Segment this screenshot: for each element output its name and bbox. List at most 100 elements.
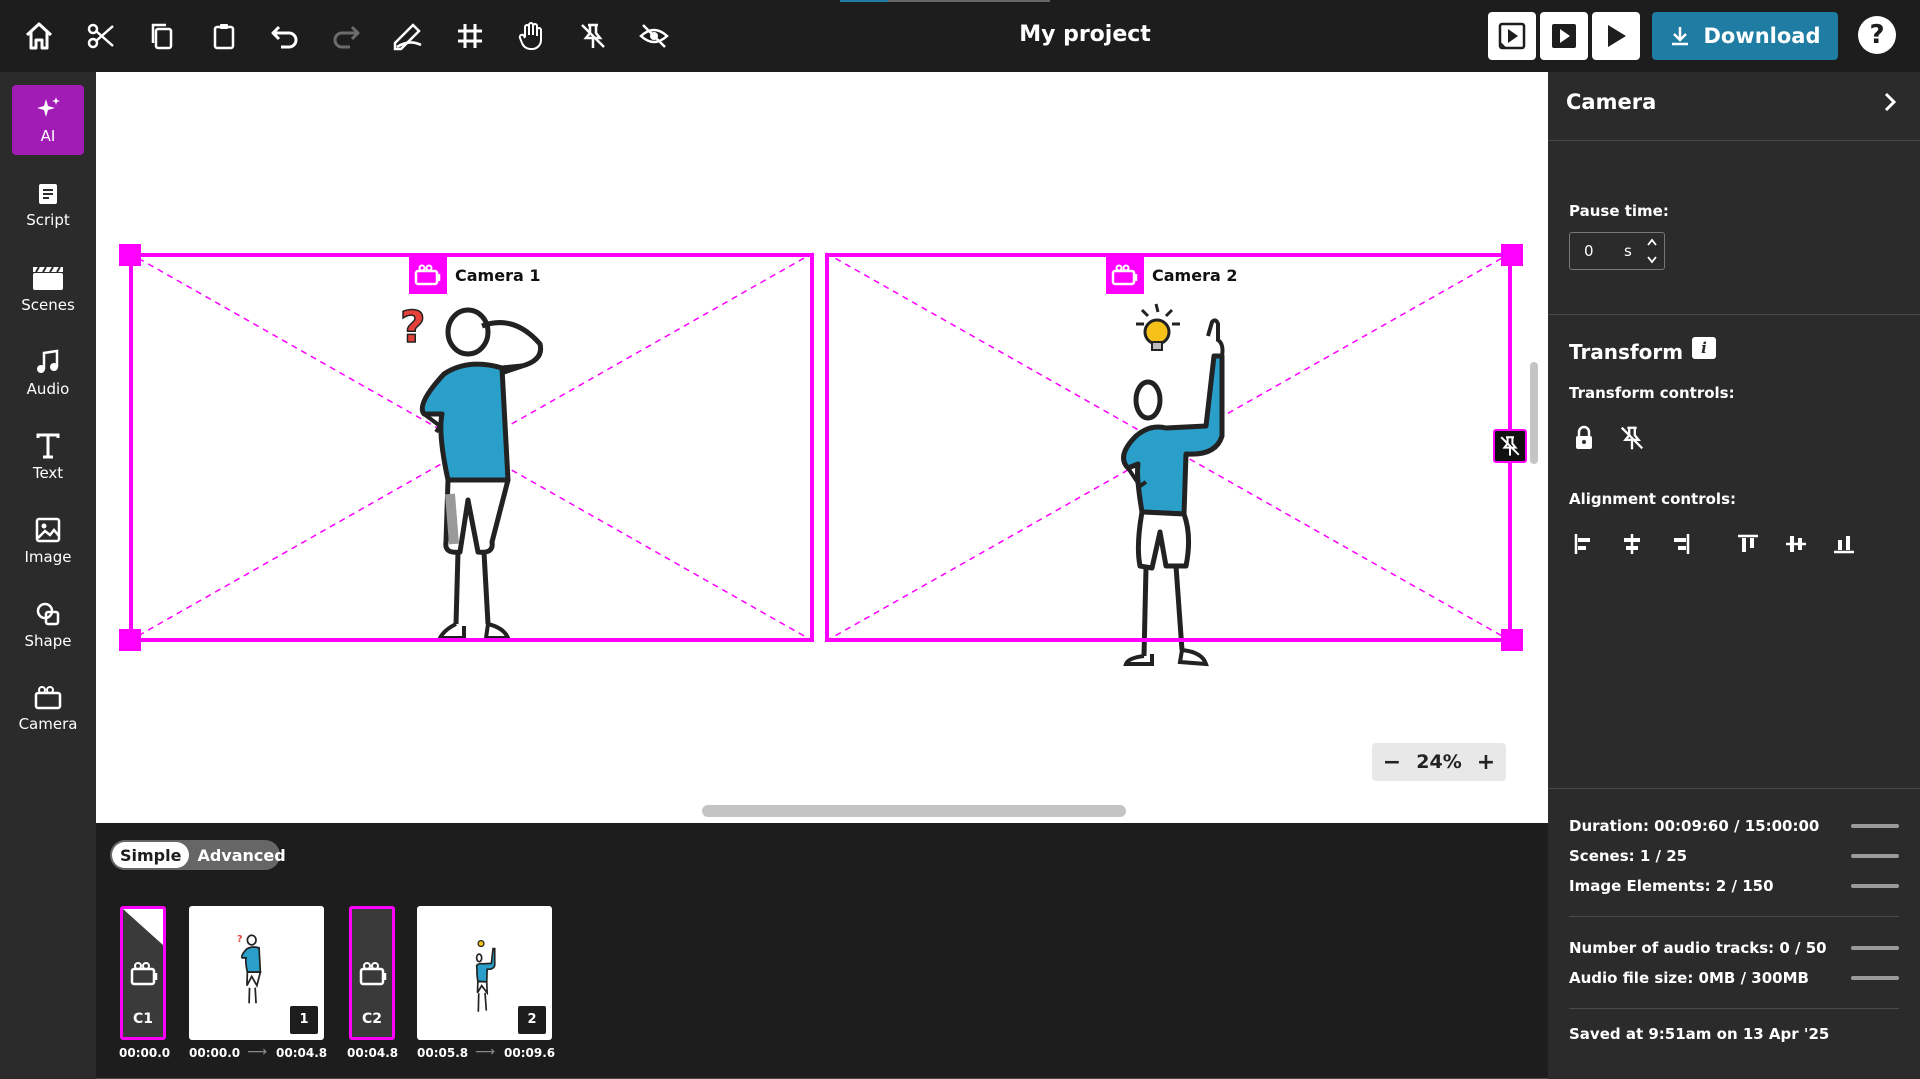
camera-frame-1[interactable] — [129, 253, 814, 642]
align-right-icon — [1674, 534, 1690, 554]
unpin-button[interactable] — [1616, 422, 1648, 454]
sidebar-item-scenes[interactable]: Scenes — [12, 254, 84, 324]
chevron-right-icon — [1884, 92, 1897, 112]
divider — [1569, 1008, 1899, 1009]
left-sidebar: AI Script Scenes Audio Text Image Shape … — [0, 72, 96, 1079]
resize-handle-bottom-left[interactable] — [119, 629, 141, 651]
align-center-v-button[interactable] — [1780, 528, 1812, 560]
draw-icon[interactable] — [388, 16, 428, 56]
unpin-icon[interactable] — [573, 16, 613, 56]
lock-button[interactable] — [1568, 422, 1600, 454]
camera-clip-1[interactable]: C1 — [120, 906, 166, 1040]
divider — [1548, 140, 1920, 141]
paste-icon[interactable] — [204, 16, 244, 56]
camera-label-text: Camera 1 — [455, 265, 541, 285]
scene-number-badge: 2 — [518, 1006, 546, 1034]
vertical-scrollbar[interactable] — [1530, 362, 1538, 464]
time-arrow-icon: ⟶ — [247, 1044, 268, 1060]
sidebar-item-script[interactable]: Script — [12, 170, 84, 240]
sidebar-item-label: Shape — [24, 632, 72, 650]
scene-clip-1[interactable]: ? 1 — [189, 906, 324, 1040]
sidebar-item-audio[interactable]: Audio — [12, 338, 84, 408]
sidebar-item-label: AI — [40, 127, 56, 145]
align-top-button[interactable] — [1732, 528, 1764, 560]
sidebar-item-label: Image — [24, 548, 72, 566]
camera-frame-2[interactable] — [825, 253, 1512, 642]
zoom-level: 24% — [1416, 751, 1462, 773]
resize-handle-top-right[interactable] — [1501, 244, 1523, 266]
unpin-camera-button[interactable] — [1493, 429, 1527, 463]
align-center-vertical-icon — [1786, 536, 1806, 552]
divider — [1548, 788, 1920, 789]
zoom-in-button[interactable]: + — [1476, 750, 1496, 775]
play-frame-icon — [1552, 24, 1576, 48]
svg-text:?: ? — [237, 934, 243, 945]
audio-tracks-stat: Number of audio tracks: 0 / 50 — [1569, 939, 1827, 957]
mode-simple-option[interactable]: Simple — [112, 842, 190, 868]
timeline-mode-toggle[interactable]: Simple Advanced — [110, 840, 286, 870]
sidebar-item-shape[interactable]: Shape — [12, 590, 84, 660]
horizontal-scrollbar[interactable] — [702, 805, 1126, 817]
collapse-panel-button[interactable] — [1874, 86, 1906, 118]
resize-handle-bottom-right[interactable] — [1501, 629, 1523, 651]
play-scene-button[interactable] — [1540, 12, 1588, 60]
info-icon[interactable]: i — [1692, 337, 1716, 359]
camera-clip-2[interactable]: C2 — [349, 906, 395, 1040]
project-title[interactable]: My project — [980, 22, 1190, 47]
clip-end-time: 00:04.8 — [276, 1046, 328, 1060]
pause-time-stepper[interactable] — [1646, 235, 1658, 267]
play-icon — [1608, 25, 1626, 47]
scenes-stat: Scenes: 1 / 25 — [1569, 847, 1688, 865]
camera-2-label[interactable]: Camera 2 — [1106, 256, 1237, 294]
clip-corner-icon — [123, 909, 163, 945]
align-right-button[interactable] — [1664, 528, 1696, 560]
align-top-icon — [1738, 534, 1758, 552]
download-label: Download — [1703, 24, 1821, 48]
align-left-button[interactable] — [1568, 528, 1600, 560]
sidebar-item-camera[interactable]: Camera — [12, 674, 84, 744]
align-center-h-button[interactable] — [1616, 528, 1648, 560]
sidebar-item-ai[interactable]: AI — [12, 85, 84, 155]
download-button[interactable]: Download — [1652, 12, 1838, 60]
play-all-button[interactable] — [1592, 12, 1640, 60]
clip-start-time: 00:00.0 — [189, 1046, 241, 1060]
sidebar-item-text[interactable]: Text — [12, 422, 84, 492]
audio-size-stat: Audio file size: 0MB / 300MB — [1569, 969, 1809, 987]
undo-icon[interactable] — [265, 16, 305, 56]
zoom-out-button[interactable]: − — [1382, 750, 1402, 775]
camera-clip-id: C1 — [132, 1011, 153, 1027]
duration-meter — [1851, 824, 1899, 828]
idea-figure-thumbnail — [475, 940, 496, 1012]
resize-handle-top-left[interactable] — [119, 244, 141, 266]
preview-scene-button[interactable] — [1488, 12, 1536, 60]
transform-controls-label: Transform controls: — [1569, 384, 1735, 402]
scene-clip-2[interactable]: 2 — [417, 906, 552, 1040]
alignment-controls-label: Alignment controls: — [1569, 490, 1736, 508]
pause-time-unit: s — [1624, 242, 1632, 260]
pause-time-input[interactable]: 0 s — [1569, 232, 1665, 270]
camera-1-label[interactable]: Camera 1 — [409, 256, 540, 294]
align-bottom-button[interactable] — [1828, 528, 1860, 560]
sidebar-item-label: Camera — [18, 715, 78, 733]
home-icon[interactable] — [19, 16, 59, 56]
sidebar-item-image[interactable]: Image — [12, 506, 84, 576]
sidebar-item-label: Audio — [26, 380, 70, 398]
sparkle-icon — [37, 97, 60, 117]
help-button[interactable]: ? — [1858, 16, 1896, 54]
sidebar-item-label: Scenes — [21, 296, 75, 314]
hand-icon[interactable] — [511, 16, 551, 56]
camera-icon — [1106, 256, 1144, 294]
preview-scene-icon — [1498, 22, 1526, 50]
redo-icon[interactable] — [326, 16, 366, 56]
cut-icon[interactable] — [81, 16, 121, 56]
align-center-horizontal-icon — [1624, 534, 1640, 554]
hide-icon[interactable] — [634, 16, 674, 56]
grid-icon[interactable] — [450, 16, 490, 56]
mode-advanced-option[interactable]: Advanced — [189, 842, 293, 868]
stage-canvas[interactable]: ? Camera 1 Camera 2 − 24% + — [96, 72, 1548, 823]
timeline: Simple Advanced C1 00:00.0 ? 1 00:00.0 ⟶… — [96, 823, 1548, 1079]
clapperboard-icon — [33, 266, 63, 290]
copy-icon[interactable] — [142, 16, 182, 56]
unpin-icon — [1620, 426, 1644, 450]
divider — [1548, 314, 1920, 315]
